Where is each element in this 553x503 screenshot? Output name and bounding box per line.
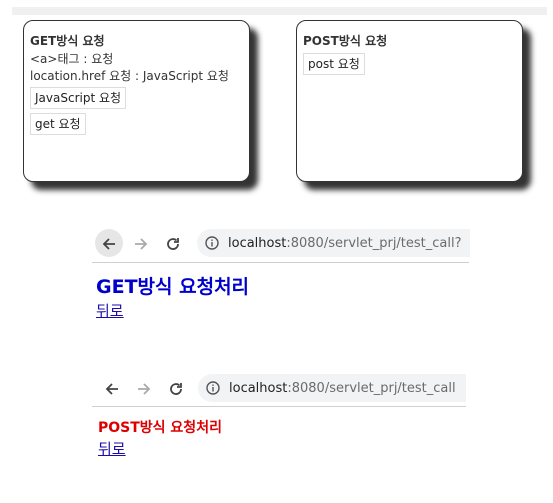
url-path: :8080/servlet_prj/test_call? (286, 235, 462, 251)
back-arrow-icon[interactable] (100, 371, 124, 406)
javascript-request-button[interactable]: JavaScript 요청 (30, 87, 127, 109)
back-link[interactable]: 뒤로 (98, 438, 126, 459)
forward-arrow-icon[interactable] (132, 371, 156, 406)
post-request-card: POST방식 요청 post 요청 (296, 20, 523, 182)
url-text: localhost:8080/servlet_prj/test_call (229, 381, 456, 396)
browser-toolbar-post: localhost:8080/servlet_prj/test_call (92, 371, 466, 406)
get-result-title: GET방식 요청처리 (96, 276, 250, 298)
back-arrow-icon[interactable] (97, 226, 121, 261)
info-icon[interactable] (205, 236, 219, 250)
get-card-title: GET방식 요청 (30, 34, 105, 48)
toolbar-divider (92, 406, 466, 407)
top-strip (12, 7, 547, 15)
address-bar[interactable]: localhost:8080/servlet_prj/test_call? (197, 229, 470, 257)
get-request-button[interactable]: get 요청 (30, 113, 86, 135)
location-href-request-text: location.href 요청 : JavaScript 요청 (30, 69, 229, 83)
url-text: localhost:8080/servlet_prj/test_call? (228, 236, 462, 251)
reload-icon[interactable] (164, 371, 188, 406)
address-bar[interactable]: localhost:8080/servlet_prj/test_call (198, 374, 466, 402)
post-card-title: POST방식 요청 (303, 34, 388, 48)
info-icon[interactable] (206, 381, 220, 395)
post-result-title: POST방식 요청처리 (98, 420, 222, 436)
url-host: localhost (229, 380, 288, 396)
url-path: :8080/servlet_prj/test_call (287, 380, 456, 396)
get-request-card: GET방식 요청 <a>태그 : 요청 location.href 요청 : J… (23, 20, 250, 182)
url-host: localhost (228, 235, 287, 251)
a-tag-request-text: <a>태그 : 요청 (30, 52, 114, 66)
forward-arrow-icon[interactable] (129, 226, 153, 261)
toolbar-divider (92, 262, 469, 263)
reload-icon[interactable] (161, 226, 185, 261)
back-link[interactable]: 뒤로 (96, 300, 124, 321)
post-request-button[interactable]: post 요청 (303, 53, 365, 75)
browser-toolbar-get: localhost:8080/servlet_prj/test_call? (92, 226, 470, 261)
